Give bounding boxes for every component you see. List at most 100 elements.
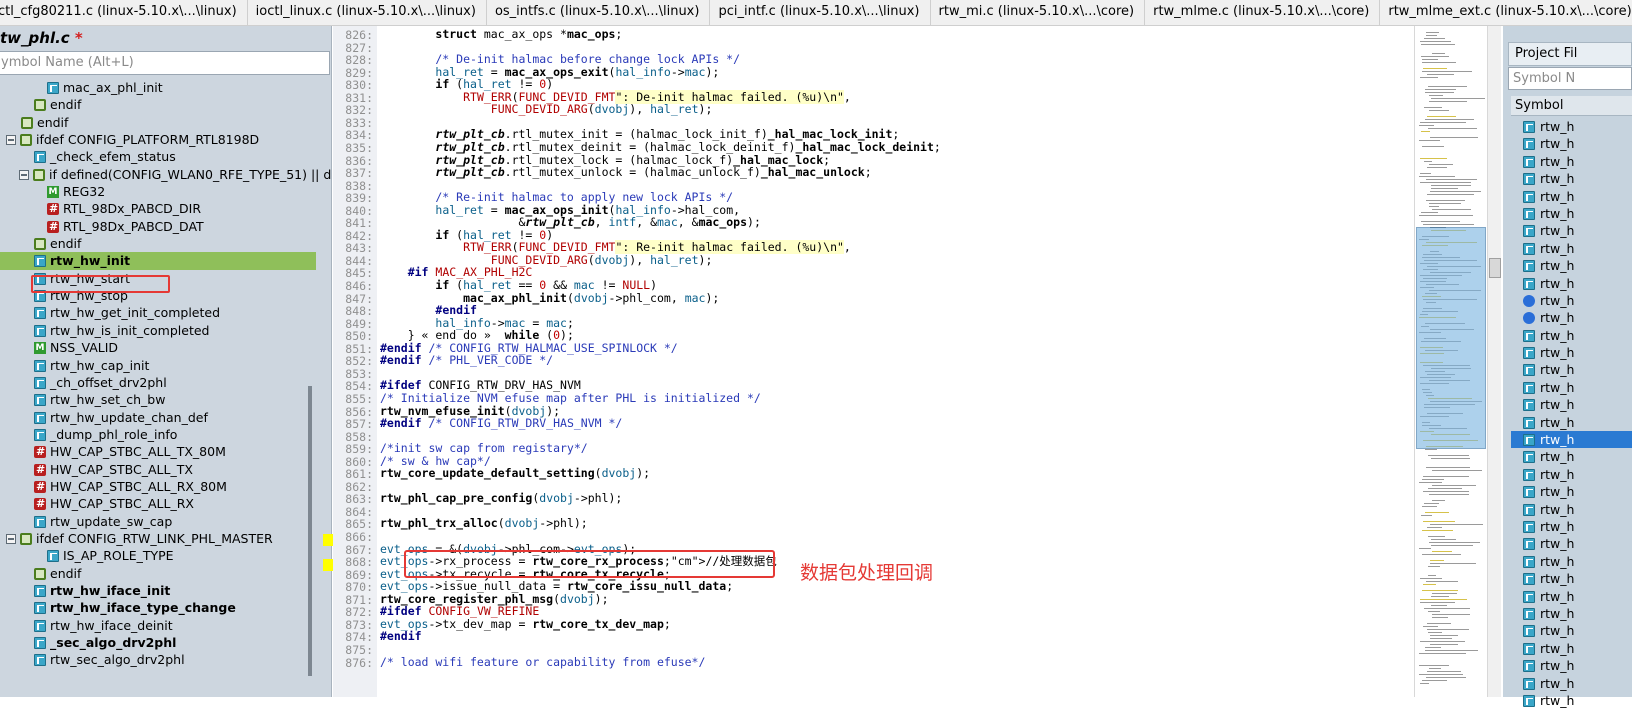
symbol-tree-item[interactable]: HW_CAP_STBC_ALL_RX xyxy=(0,495,316,513)
project-symbol-item[interactable]: rtw_h xyxy=(1511,570,1632,587)
project-symbol-item[interactable]: rtw_h xyxy=(1511,588,1632,605)
symbol-column-header[interactable]: Symbol xyxy=(1511,96,1632,116)
collapse-icon[interactable] xyxy=(19,169,29,180)
minimap-line xyxy=(1420,41,1451,42)
function-icon xyxy=(34,619,46,632)
symbol-tree-item[interactable]: endif xyxy=(0,235,316,252)
symbol-tree-item[interactable]: rtw_hw_iface_init xyxy=(0,582,316,599)
symbol-tree-item[interactable]: rtw_hw_get_init_completed xyxy=(0,304,316,321)
project-symbol-item[interactable]: rtw_h xyxy=(1511,344,1632,361)
editor-tab[interactable]: ioctl_linux.c (linux-5.10.x\...\linux) xyxy=(246,0,487,25)
project-symbol-item[interactable]: rtw_h xyxy=(1511,675,1632,692)
symbol-tree-item[interactable]: _sec_algo_drv2phl xyxy=(0,634,316,651)
project-symbol-item[interactable]: rtw_h xyxy=(1511,327,1632,344)
symbol-tree-item[interactable]: endif xyxy=(0,96,316,113)
project-symbol-search-input[interactable]: Symbol N xyxy=(1508,67,1632,90)
minimap-line xyxy=(1429,668,1441,669)
project-symbol-item[interactable]: rtw_h xyxy=(1511,605,1632,622)
project-symbol-item[interactable]: rtw_h xyxy=(1511,553,1632,570)
project-symbol-label: rtw_h xyxy=(1540,605,1575,621)
symbol-tree-item[interactable]: endif xyxy=(0,565,316,582)
project-symbol-item[interactable]: rtw_h xyxy=(1511,240,1632,257)
project-symbol-item[interactable]: rtw_h xyxy=(1511,501,1632,518)
symbol-tree-item[interactable]: rtw_hw_init xyxy=(0,252,316,270)
code-editor[interactable]: struct mac_ax_ops *mac_ops; /* De-init h… xyxy=(377,26,1412,697)
symbol-tree-label: rtw_hw_set_ch_bw xyxy=(50,392,166,408)
symbol-tree-item[interactable]: if defined(CONFIG_WLAN0_RFE_TYPE_51) || … xyxy=(0,166,331,183)
symbol-tree-item[interactable]: HW_CAP_STBC_ALL_TX_80M xyxy=(0,443,316,461)
symbol-tree-item[interactable]: rtw_sec_algo_drv2phl xyxy=(0,651,316,668)
symbol-tree-item[interactable]: rtw_hw_start xyxy=(0,270,316,287)
project-symbol-item[interactable]: rtw_h xyxy=(1511,657,1632,674)
project-symbol-item[interactable]: rtw_h xyxy=(1511,448,1632,465)
symbol-tree-item[interactable]: HW_CAP_STBC_ALL_RX_80M xyxy=(0,478,316,496)
symbol-search-input[interactable]: ymbol Name (Alt+L) xyxy=(0,51,330,75)
project-symbol-item[interactable]: rtw_h xyxy=(1511,535,1632,552)
symbol-tree-item[interactable]: _ch_offset_drv2phl xyxy=(0,374,316,391)
symbol-tree-item[interactable]: IS_AP_ROLE_TYPE xyxy=(0,547,316,564)
symbol-tree-item[interactable]: mac_ax_phl_init xyxy=(0,79,316,96)
project-symbol-item[interactable]: rtw_h xyxy=(1511,222,1632,239)
symbol-tree-item[interactable]: ifdef CONFIG_RTW_LINK_PHL_MASTER xyxy=(0,530,316,547)
minimap-line xyxy=(1425,92,1454,93)
symbol-tree-item[interactable]: rtw_update_sw_cap xyxy=(0,513,316,530)
editor-tab[interactable]: os_intfs.c (linux-5.10.x\...\linux) xyxy=(485,0,711,25)
project-symbol-item[interactable]: rtw_h xyxy=(1511,622,1632,639)
symbol-window: tw_phl.c * ymbol Name (Alt+L) mac_ax_phl… xyxy=(0,26,332,697)
editor-tab[interactable]: ctl_cfg80211.c (linux-5.10.x\...\linux) xyxy=(0,0,248,25)
project-symbol-item[interactable]: rtw_h xyxy=(1511,153,1632,170)
define-icon xyxy=(34,461,46,479)
symbol-tree-item[interactable]: _check_efem_status xyxy=(0,148,316,165)
project-symbol-item[interactable]: rtw_h xyxy=(1511,379,1632,396)
editor-tab[interactable]: pci_intf.c (linux-5.10.x\...\linux) xyxy=(708,0,931,25)
project-symbol-item[interactable]: rtw_h xyxy=(1511,431,1632,449)
editor-scrollbar[interactable] xyxy=(1487,26,1501,697)
minimap-line xyxy=(1426,200,1465,201)
symbol-tree-item[interactable]: RTL_98Dx_PABCD_DIR xyxy=(0,200,316,218)
symbol-tree-item[interactable]: rtw_hw_update_chan_def xyxy=(0,409,316,426)
project-symbol-item[interactable]: rtw_h xyxy=(1511,414,1632,431)
collapse-icon[interactable] xyxy=(6,533,16,544)
project-symbol-item[interactable]: rtw_h xyxy=(1511,396,1632,413)
project-symbol-item[interactable]: rtw_h xyxy=(1511,483,1632,500)
project-symbol-item[interactable]: rtw_h xyxy=(1511,361,1632,378)
editor-tab[interactable]: rtw_mlme_ext.c (linux-5.10.x\...\core) xyxy=(1378,0,1632,25)
symbol-tree-item[interactable]: endif xyxy=(0,114,316,131)
scrollbar-thumb[interactable] xyxy=(1489,258,1501,278)
project-symbol-item[interactable]: rtw_h xyxy=(1511,118,1632,135)
project-symbol-item[interactable]: rtw_h xyxy=(1511,692,1632,709)
minimap-viewport[interactable] xyxy=(1416,227,1486,449)
project-files-tab[interactable]: Project Fil xyxy=(1508,42,1632,66)
symbol-tree-item[interactable]: _dump_phl_role_info xyxy=(0,426,316,443)
function-icon xyxy=(1523,434,1535,447)
symbol-tree-item[interactable]: HW_CAP_STBC_ALL_TX xyxy=(0,461,316,479)
project-symbol-item[interactable]: rtw_h xyxy=(1511,518,1632,535)
project-symbol-item[interactable]: rtw_h xyxy=(1511,257,1632,274)
project-symbol-item[interactable]: rtw_h xyxy=(1511,205,1632,222)
symbol-tree-item[interactable]: rtw_hw_iface_deinit xyxy=(0,617,316,634)
minimap-line xyxy=(1422,59,1438,60)
symbol-tree-item[interactable]: rtw_hw_cap_init xyxy=(0,357,316,374)
minimap-line xyxy=(1430,137,1478,138)
symbol-tree-item[interactable]: rtw_hw_is_init_completed xyxy=(0,322,316,339)
project-symbol-item[interactable]: rtw_h xyxy=(1511,292,1632,309)
symbol-tree-item[interactable]: ifdef CONFIG_PLATFORM_RTL8198D xyxy=(0,131,316,148)
symbol-tree-item[interactable]: rtw_hw_iface_type_change xyxy=(0,599,316,616)
project-symbol-item[interactable]: rtw_h xyxy=(1511,275,1632,292)
editor-tab[interactable]: rtw_mlme.c (linux-5.10.x\...\core) xyxy=(1143,0,1381,25)
project-symbol-item[interactable]: rtw_h xyxy=(1511,188,1632,205)
project-symbol-item[interactable]: rtw_h xyxy=(1511,170,1632,187)
project-symbol-item[interactable]: rtw_h xyxy=(1511,309,1632,326)
symbol-tree-scrollbar[interactable] xyxy=(308,386,312,676)
symbol-tree-item[interactable]: rtw_hw_set_ch_bw xyxy=(0,391,316,408)
collapse-icon[interactable] xyxy=(6,135,16,146)
symbol-tree-item[interactable]: M REG32 xyxy=(0,183,316,200)
symbol-tree-item[interactable]: M NSS_VALID xyxy=(0,339,316,356)
editor-tab[interactable]: rtw_mi.c (linux-5.10.x\...\core) xyxy=(929,0,1146,25)
project-symbol-label: rtw_h xyxy=(1540,292,1575,308)
symbol-tree-item[interactable]: rtw_hw_stop xyxy=(0,287,316,304)
project-symbol-item[interactable]: rtw_h xyxy=(1511,135,1632,152)
project-symbol-item[interactable]: rtw_h xyxy=(1511,640,1632,657)
project-symbol-item[interactable]: rtw_h xyxy=(1511,466,1632,483)
symbol-tree-item[interactable]: RTL_98Dx_PABCD_DAT xyxy=(0,218,316,236)
